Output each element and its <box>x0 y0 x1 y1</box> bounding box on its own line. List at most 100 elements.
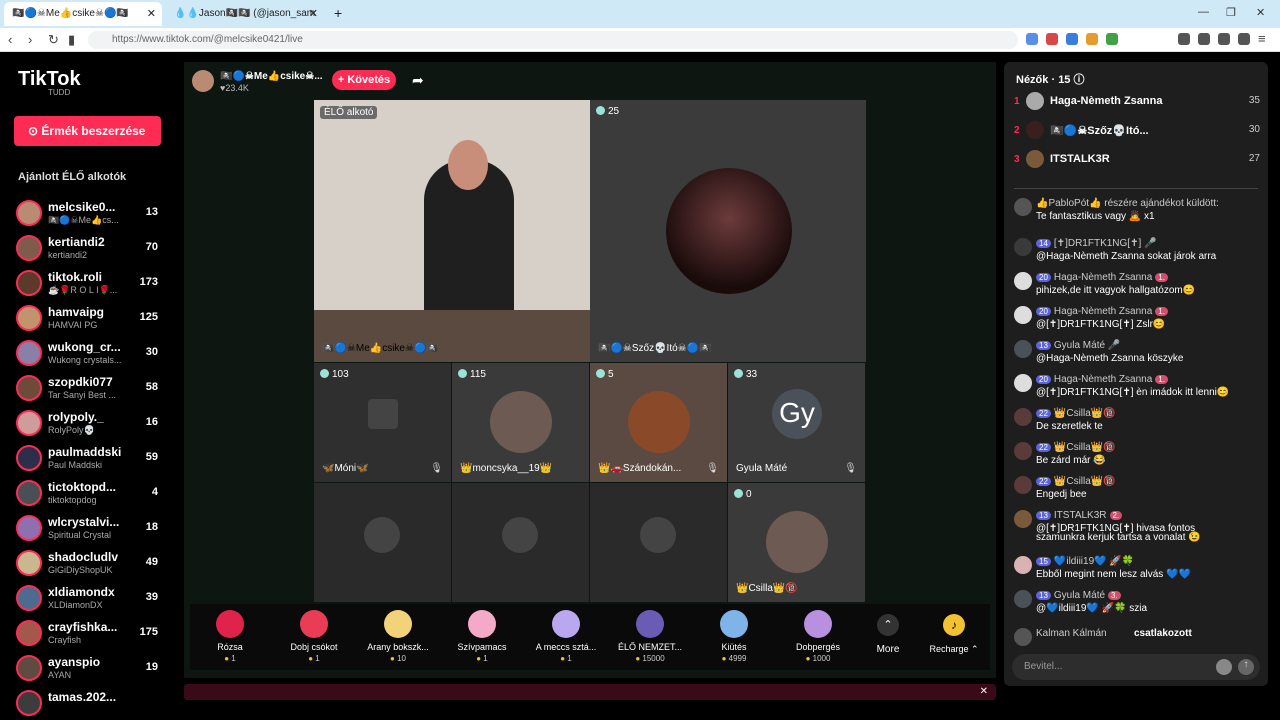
gift-item[interactable]: Szívpamacs ● 1 <box>442 604 522 670</box>
creator-item[interactable]: shadocludlv GiGiDiyShopUK 49 <box>16 548 166 580</box>
address-bar[interactable]: https://www.tiktok.com/@melcsike0421/liv… <box>88 31 1018 49</box>
user-avatar[interactable] <box>1014 628 1032 646</box>
gift-item[interactable]: Arany bokszk... ● 10 <box>358 604 438 670</box>
info-icon[interactable]: ⓘ <box>1074 74 1085 86</box>
bookmark-icon[interactable]: ▮ <box>68 32 75 48</box>
creator-item[interactable]: tamas.202... <box>16 688 166 720</box>
gift-item[interactable]: Dobj csókot ● 1 <box>274 604 354 670</box>
close-tab-icon[interactable]: ✕ <box>147 7 156 20</box>
creator-item[interactable]: tictoktopd... tiktoktopdog 4 <box>16 478 166 510</box>
message-username[interactable]: Haga-Nèmeth Zsanna <box>1054 306 1152 317</box>
user-avatar[interactable] <box>1014 340 1032 358</box>
user-avatar[interactable] <box>1014 442 1032 460</box>
creator-item[interactable]: hamvaipg HAMVAI PG 125 <box>16 303 166 335</box>
close-window-icon[interactable]: ✕ <box>1256 6 1265 19</box>
guest-tile[interactable]: 5 👑🚗Szándokán... 🎙 <box>590 363 727 482</box>
empty-seat[interactable] <box>452 483 589 602</box>
message-username[interactable]: Kalman Kálmán <box>1036 628 1107 639</box>
message-username[interactable]: Gyula Máté <box>1054 590 1105 601</box>
gift-item[interactable]: A meccs sztá... ● 1 <box>526 604 606 670</box>
chat-input[interactable]: Bevitel... ↑ <box>1012 654 1260 680</box>
guest-tile[interactable]: 115 👑moncsyka__19👑 <box>452 363 589 482</box>
user-avatar[interactable] <box>1014 510 1032 528</box>
user-avatar[interactable] <box>1014 476 1032 494</box>
creator-item[interactable]: ayanspio AYAN 19 <box>16 653 166 685</box>
creator-item[interactable]: tiktok.roli ☕🌹R O L I🌹... 173 <box>16 268 166 300</box>
user-avatar[interactable] <box>1014 198 1032 216</box>
top-viewer-row[interactable]: 1 Haga-Nèmeth Zsanna 35 <box>1014 92 1260 112</box>
back-icon[interactable]: ‹ <box>8 32 12 47</box>
user-avatar[interactable] <box>1014 408 1032 426</box>
translate-extension-icon[interactable] <box>1026 33 1038 45</box>
message-username[interactable]: 👑Csilla👑🔞 <box>1054 408 1116 419</box>
extension-icon[interactable] <box>1066 33 1078 45</box>
creator-item[interactable]: xldiamondx XLDiamonDX 39 <box>16 583 166 615</box>
gift-name: Dobj csókot <box>290 642 338 652</box>
message-username[interactable]: 👑Csilla👑🔞 <box>1054 476 1116 487</box>
user-avatar[interactable] <box>1014 374 1032 392</box>
user-avatar[interactable] <box>1014 306 1032 324</box>
close-icon[interactable]: ✕ <box>980 686 988 697</box>
top-viewer-row[interactable]: 3 ITSTALK3R 27 <box>1014 150 1260 170</box>
viewers-title[interactable]: Nézők · 15 ⓘ <box>1016 71 1085 87</box>
message-username[interactable]: Haga-Nèmeth Zsanna <box>1054 374 1152 385</box>
empty-seat[interactable] <box>590 483 727 602</box>
gift-item[interactable]: Dobpergés ● 1000 <box>778 604 858 670</box>
user-avatar[interactable] <box>1014 590 1032 608</box>
creator-item[interactable]: paulmaddski Paul Maddski 59 <box>16 443 166 475</box>
recharge-button[interactable]: ♪ Recharge ⌃ <box>922 604 986 670</box>
creator-item[interactable]: crayfishka... Crayfish 175 <box>16 618 166 650</box>
close-tab-icon[interactable]: ✕ <box>309 7 318 20</box>
creator-item[interactable]: szopdki077 Tar Sanyi Best ... 58 <box>16 373 166 405</box>
guest-tile[interactable]: 0 👑Csilla👑🔞 <box>728 483 865 602</box>
gift-item[interactable]: Rózsa ● 1 <box>190 604 270 670</box>
follow-button[interactable]: + Követés <box>332 70 396 90</box>
menu-icon[interactable]: ≡ <box>1258 31 1266 46</box>
top-viewer-row[interactable]: 2 🏴‍☠️🔵☠Szőz💀Itó... 30 <box>1014 121 1260 141</box>
creator-item[interactable]: wukong_cr... Wukong crystals... 30 <box>16 338 166 370</box>
creator-item[interactable]: wlcrystalvi... Spiritual Crystal 18 <box>16 513 166 545</box>
minimize-icon[interactable]: — <box>1198 6 1209 18</box>
vpn-icon[interactable] <box>1218 33 1230 45</box>
extension-icon[interactable] <box>1046 33 1058 45</box>
extension-icon[interactable] <box>1106 33 1118 45</box>
guest-video[interactable]: 25 🏴‍☠️🔵☠Szőz💀Itó☠🔵🏴‍☠️ <box>590 100 866 362</box>
emoji-icon[interactable] <box>1216 659 1232 675</box>
wallet-icon[interactable] <box>1198 33 1210 45</box>
share-icon[interactable]: ➦ <box>412 72 424 89</box>
shield-icon[interactable] <box>1238 33 1250 45</box>
message-username[interactable]: Haga-Nèmeth Zsanna <box>1054 272 1152 283</box>
message-username[interactable]: 👍PabloPót👍 részére ajándékot küldött: <box>1036 198 1219 209</box>
browser-tab[interactable]: 💧💧Jason🏴‍☠️🏴‍☠️ (@jason_sam ✕ <box>166 2 324 26</box>
gift-item[interactable]: ÉLŐ NEMZET... ● 15000 <box>610 604 690 670</box>
message-username[interactable]: 👑Csilla👑🔞 <box>1054 442 1116 453</box>
user-avatar[interactable] <box>1014 238 1032 256</box>
send-icon[interactable]: ↑ <box>1238 659 1254 675</box>
new-tab-icon[interactable]: + <box>334 5 342 21</box>
get-coins-button[interactable]: ⊙ Érmék beszerzése <box>14 116 161 146</box>
sidebar-toggle-icon[interactable] <box>1178 33 1190 45</box>
empty-seat[interactable] <box>314 483 451 602</box>
user-avatar[interactable] <box>1014 272 1032 290</box>
guest-tile[interactable]: 103 🦋Móni🦋 🎙 <box>314 363 451 482</box>
extension-icon[interactable] <box>1086 33 1098 45</box>
creator-item[interactable]: rolypoly._ RolyPoly💀 16 <box>16 408 166 440</box>
host-name[interactable]: 🏴‍☠️🔵☠Me👍csike☠... <box>220 71 323 82</box>
message-username[interactable]: [✝]DR1FTK1NG[✝] 🎤 <box>1054 238 1157 249</box>
forward-icon[interactable]: › <box>28 32 32 47</box>
browser-tab-active[interactable]: 🏴‍☠️🔵☠Me👍csike☠🔵🏴‍☠️ ✕ <box>4 2 162 26</box>
creator-item[interactable]: kertiandi2 kertiandi2 70 <box>16 233 166 265</box>
message-text: Te fantasztikus vagy 🙇 x1 <box>1036 211 1155 222</box>
host-video[interactable]: ÉLŐ alkotó 🏴‍☠️🔵☠Me👍csike☠🔵🏴‍☠️ <box>314 100 590 362</box>
host-avatar[interactable] <box>192 70 214 92</box>
message-username[interactable]: Gyula Máté 🎤 <box>1054 340 1120 351</box>
user-avatar[interactable] <box>1014 556 1032 574</box>
message-username[interactable]: ITSTALK3R <box>1054 510 1107 521</box>
guest-tile[interactable]: 33 Gy Gyula Máté 🎙 <box>728 363 865 482</box>
gift-item[interactable]: Kiütés ● 4999 <box>694 604 774 670</box>
message-username[interactable]: 💙ildiii19💙 🚀🍀 <box>1054 556 1134 567</box>
reload-icon[interactable]: ↻ <box>48 32 59 48</box>
creator-item[interactable]: melcsike0... 🏴‍☠️🔵☠Me👍cs... 13 <box>16 198 166 230</box>
maximize-icon[interactable]: ❐ <box>1226 6 1236 19</box>
more-gifts-button[interactable]: ⌃ More <box>868 604 908 670</box>
